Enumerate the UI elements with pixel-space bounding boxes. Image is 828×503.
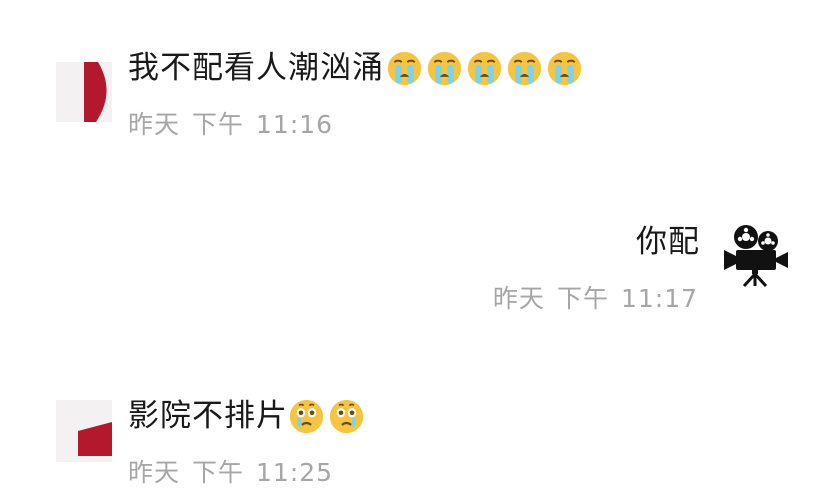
time-period: 下午 <box>192 458 245 487</box>
time-period: 下午 <box>556 284 609 313</box>
time-clock: 11:16 <box>256 110 334 139</box>
crying-face-icon <box>427 51 462 86</box>
message-text: 我不配看人潮汹涌 <box>128 50 384 86</box>
time-day: 昨天 <box>492 284 545 313</box>
emoji-group <box>386 50 583 87</box>
face-holding-back-tears-icon <box>329 399 364 434</box>
avatar[interactable] <box>56 400 112 462</box>
crying-face-icon <box>547 51 582 86</box>
face-holding-back-tears-icon <box>289 399 324 434</box>
message-text: 你配 <box>636 224 700 260</box>
time-clock: 11:25 <box>256 458 334 487</box>
emoji-group <box>288 398 365 435</box>
crying-face-icon <box>467 51 502 86</box>
crying-face-icon <box>387 51 422 86</box>
movie-camera-icon <box>724 225 788 288</box>
avatar[interactable] <box>722 222 790 288</box>
message-text: 影院不排片 <box>128 398 288 434</box>
message-timestamp: 昨天 下午 11:16 <box>128 110 333 140</box>
message-timestamp: 昨天 下午 11:17 <box>493 284 698 314</box>
crying-face-icon <box>507 51 542 86</box>
time-clock: 11:17 <box>620 284 698 313</box>
time-day: 昨天 <box>128 110 181 139</box>
time-period: 下午 <box>192 110 245 139</box>
time-day: 昨天 <box>128 458 181 487</box>
message-timestamp: 昨天 下午 11:25 <box>128 458 333 488</box>
avatar[interactable] <box>56 62 112 122</box>
